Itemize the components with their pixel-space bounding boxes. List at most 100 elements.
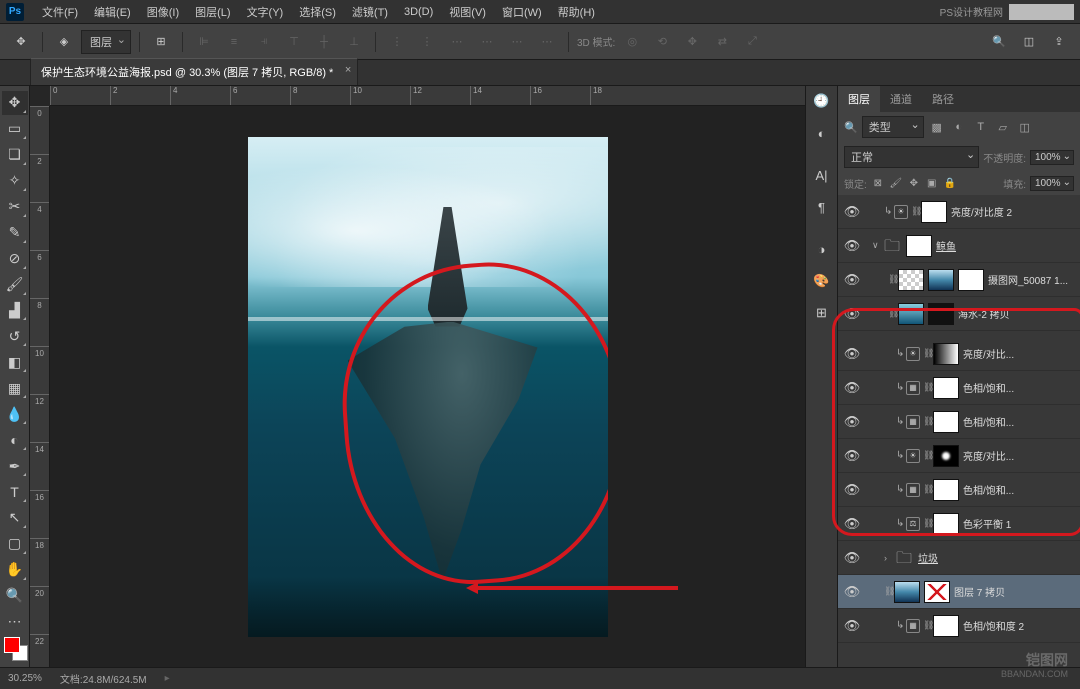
layer-row[interactable]: 👁⛓摄图网_50087 1... (838, 263, 1080, 297)
properties-panel-icon[interactable]: ⊞ (811, 302, 833, 324)
filter-smart-icon[interactable]: ◫ (1016, 118, 1034, 136)
eyedropper-tool[interactable]: ✎ (2, 221, 28, 245)
3d-zoom-icon[interactable]: ⤢ (739, 29, 765, 55)
visibility-toggle[interactable]: 👁 (838, 516, 866, 532)
visibility-toggle[interactable]: 👁 (838, 238, 866, 254)
layer-row[interactable]: 👁↳▦⛓色相/饱和... (838, 473, 1080, 507)
character-panel-icon[interactable]: A| (811, 164, 833, 186)
menu-file[interactable]: 文件(F) (34, 1, 86, 23)
layer-row[interactable]: 👁›🗀垃圾 (838, 541, 1080, 575)
distribute-2-icon[interactable]: ⋮ (414, 29, 440, 55)
menu-3d[interactable]: 3D(D) (396, 3, 441, 21)
doc-size[interactable]: 文档:24.8M/624.5M (60, 671, 147, 686)
lock-pixels-icon[interactable]: 🖌 (889, 177, 903, 191)
workspace-icon[interactable]: ◫ (1016, 29, 1042, 55)
layer-row[interactable]: 👁⛓海水-2 拷贝 (838, 297, 1080, 331)
lock-transparency-icon[interactable]: ⊠ (871, 177, 885, 191)
visibility-toggle[interactable]: 👁 (838, 346, 866, 362)
share-icon[interactable]: ⇪ (1046, 29, 1072, 55)
layer-name[interactable]: 亮度/对比度 2 (951, 204, 1076, 219)
gradient-tool[interactable]: ▦ (2, 376, 28, 400)
document-canvas[interactable] (248, 137, 608, 637)
menu-layer[interactable]: 图层(L) (187, 1, 238, 23)
healing-brush-tool[interactable]: ⊘ (2, 247, 28, 271)
layer-mask-thumbnail[interactable] (933, 377, 959, 399)
distribute-4-icon[interactable]: ⋯ (474, 29, 500, 55)
layer-name[interactable]: 图层 7 拷贝 (954, 584, 1076, 599)
layer-name[interactable]: 海水-2 拷贝 (958, 306, 1076, 321)
hand-tool[interactable]: ✋ (2, 558, 28, 582)
align-bottom-icon[interactable]: ⊥ (341, 29, 367, 55)
distribute-3-icon[interactable]: ⋯ (444, 29, 470, 55)
3d-roll-icon[interactable]: ⟲ (649, 29, 675, 55)
layer-thumbnail[interactable] (921, 201, 947, 223)
menu-image[interactable]: 图像(I) (139, 1, 187, 23)
visibility-toggle[interactable]: 👁 (838, 584, 866, 600)
distribute-5-icon[interactable]: ⋯ (504, 29, 530, 55)
menu-filter[interactable]: 滤镜(T) (344, 1, 396, 23)
eraser-tool[interactable]: ◧ (2, 350, 28, 374)
layer-row[interactable]: 👁↳▦⛓色相/饱和度 2 (838, 609, 1080, 643)
blend-mode-dropdown[interactable]: 正常 (844, 146, 979, 168)
layer-mask-thumbnail[interactable] (928, 303, 954, 325)
layer-thumbnail[interactable] (894, 581, 920, 603)
search-icon[interactable]: 🔍 (986, 29, 1012, 55)
filter-shape-icon[interactable]: ▱ (994, 118, 1012, 136)
visibility-toggle[interactable]: 👁 (838, 272, 866, 288)
visibility-toggle[interactable]: 👁 (838, 448, 866, 464)
distribute-6-icon[interactable]: ⋯ (534, 29, 560, 55)
lock-artboard-icon[interactable]: ▣ (925, 177, 939, 191)
shape-tool[interactable]: ▢ (2, 532, 28, 556)
layer-row[interactable]: 👁↳☀⛓亮度/对比度 2 (838, 195, 1080, 229)
dodge-tool[interactable]: ◐ (2, 428, 28, 452)
zoom-level[interactable]: 30.25% (8, 673, 42, 684)
path-select-tool[interactable]: ↖ (2, 506, 28, 530)
document-tab[interactable]: 保护生态环境公益海报.psd @ 30.3% (图层 7 拷贝, RGB/8) … (30, 58, 358, 85)
move-tool-icon[interactable]: ✥ (8, 29, 34, 55)
layer-row[interactable]: 👁⛓图层 7 拷贝 (838, 575, 1080, 609)
layer-row[interactable]: 👁↳▦⛓色相/饱和... (838, 371, 1080, 405)
layer-dropdown[interactable]: 图层 (81, 30, 131, 54)
ruler-horizontal[interactable]: 024681012141618 (50, 86, 805, 106)
3d-slide-icon[interactable]: ⇄ (709, 29, 735, 55)
filter-pixel-icon[interactable]: ▩ (928, 118, 946, 136)
canvas-background[interactable] (50, 106, 805, 667)
lock-all-icon[interactable]: 🔒 (943, 177, 957, 191)
paragraph-panel-icon[interactable]: ¶ (811, 196, 833, 218)
blur-tool[interactable]: 💧 (2, 402, 28, 426)
menu-view[interactable]: 视图(V) (441, 1, 494, 23)
history-brush-tool[interactable]: ↺ (2, 324, 28, 348)
layer-name[interactable]: 色相/饱和... (963, 482, 1076, 497)
color-panel-icon[interactable]: ◑ (811, 238, 833, 260)
history-panel-icon[interactable]: 🕘 (811, 90, 833, 112)
tab-layers[interactable]: 图层 (838, 86, 880, 112)
menu-window[interactable]: 窗口(W) (494, 1, 550, 23)
type-tool[interactable]: T (2, 480, 28, 504)
align-center-h-icon[interactable]: ≡ (221, 29, 247, 55)
visibility-toggle[interactable]: 👁 (838, 414, 866, 430)
layer-list[interactable]: 👁↳☀⛓亮度/对比度 2👁∨🗀鲸鱼👁⛓摄图网_50087 1...👁⛓海水-2 … (838, 195, 1080, 667)
edit-toolbar-icon[interactable]: ⋯ (2, 610, 28, 634)
fill-input[interactable]: 100% (1030, 176, 1074, 191)
distribute-1-icon[interactable]: ⋮ (384, 29, 410, 55)
swatches-panel-icon[interactable]: 🎨 (811, 270, 833, 292)
visibility-toggle[interactable]: 👁 (838, 306, 866, 322)
layer-name[interactable]: 色相/饱和... (963, 380, 1076, 395)
filter-adjust-icon[interactable]: ◐ (950, 118, 968, 136)
menu-help[interactable]: 帮助(H) (550, 1, 603, 23)
disclosure-arrow-icon[interactable]: ∨ (872, 240, 882, 251)
menu-type[interactable]: 文字(Y) (239, 1, 292, 23)
layer-row[interactable]: 👁↳☀⛓亮度/对比... (838, 337, 1080, 371)
layer-name[interactable]: 摄图网_50087 1... (988, 272, 1076, 287)
lock-position-icon[interactable]: ✥ (907, 177, 921, 191)
layer-thumbnail[interactable]: 🗀 (894, 547, 914, 569)
layer-row[interactable]: 👁↳⚖⛓色彩平衡 1 (838, 507, 1080, 541)
layer-row[interactable]: 👁∨🗀鲸鱼 (838, 229, 1080, 263)
clone-stamp-tool[interactable]: ▟ (2, 299, 28, 323)
marquee-tool[interactable]: ▭ (2, 117, 28, 141)
layer-name[interactable]: 色相/饱和... (963, 414, 1076, 429)
pen-tool[interactable]: ✒ (2, 454, 28, 478)
move-tool[interactable]: ✥ (2, 91, 28, 115)
layer-mask-thumbnail[interactable] (933, 411, 959, 433)
brush-tool[interactable]: 🖌 (2, 273, 28, 297)
